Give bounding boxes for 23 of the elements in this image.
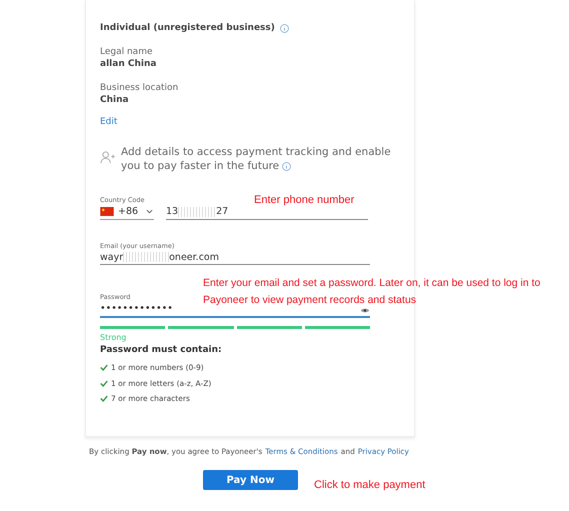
email-field[interactable]: wayr oneer.com (100, 250, 370, 265)
caret-icon (146, 209, 154, 214)
edit-link[interactable]: Edit (100, 117, 118, 127)
add-person-icon (100, 151, 115, 164)
field-label: Legal name (100, 46, 154, 58)
info-icon[interactable] (282, 162, 292, 171)
annotation-text: Enter phone number (254, 194, 354, 206)
rules-title: Password must contain: (100, 345, 223, 355)
account-type: Individual (unregistered business) (100, 22, 275, 34)
business-location: China (100, 94, 130, 106)
redaction-mask (178, 206, 216, 216)
pay-now-button[interactable]: Pay Now (203, 470, 298, 490)
legal-name: allan China (100, 58, 158, 70)
annotation-text: Click to make payment (314, 479, 426, 491)
promo-text: Add details to access payment tracking and enable you to pay faster in the future (121, 145, 392, 173)
field-label: Business location (100, 82, 180, 94)
eye-icon[interactable] (360, 307, 370, 314)
phone-field[interactable]: 13 27 (166, 204, 368, 220)
flag-icon (100, 207, 114, 216)
redaction-mask (123, 252, 170, 262)
strength-label: Strong (100, 333, 126, 342)
country-code-select[interactable]: +86 (100, 204, 154, 220)
info-icon[interactable] (280, 24, 289, 32)
